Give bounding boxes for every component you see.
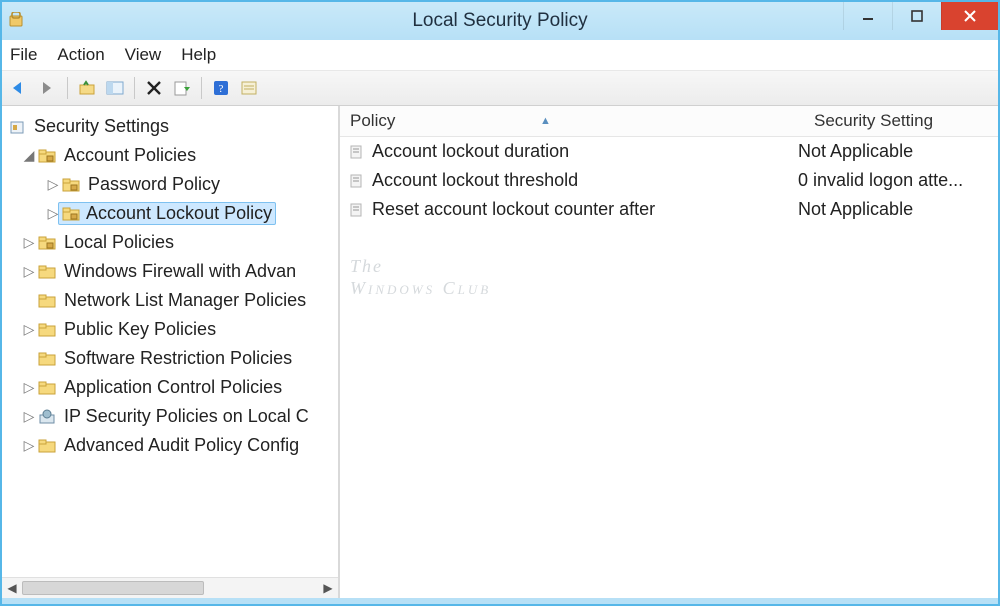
svg-text:?: ? [219, 83, 224, 95]
column-header-policy[interactable]: Policy ▲ [340, 111, 808, 131]
tree-item-account-lockout-policy[interactable]: ▷ Account Lockout Policy [8, 199, 338, 228]
title-bar[interactable]: Local Security Policy [2, 2, 998, 40]
expand-icon[interactable]: ▷ [22, 379, 36, 396]
properties-button[interactable] [237, 76, 261, 100]
list-row[interactable]: Account lockout threshold 0 invalid logo… [340, 166, 998, 195]
tree-item-label: Account Lockout Policy [86, 203, 272, 223]
security-settings-icon [8, 119, 26, 135]
list-pane: Policy ▲ Security Setting Account lockou… [340, 106, 998, 598]
folder-icon [38, 438, 56, 454]
folder-icon [38, 322, 56, 338]
list-row[interactable]: Reset account lockout counter after Not … [340, 195, 998, 224]
policy-item-icon [348, 201, 366, 219]
tree-root-label: Security Settings [32, 116, 171, 137]
menu-action[interactable]: Action [57, 45, 104, 65]
tree-horizontal-scrollbar[interactable]: ◀ ▶ [2, 577, 338, 598]
tree-item-label: Public Key Policies [62, 319, 218, 340]
folder-icon [38, 148, 56, 164]
toolbar: ? [2, 71, 998, 106]
tree-pane: Security Settings ◢ Account Policies ▷ P… [2, 106, 340, 598]
tree-item-advanced-audit[interactable]: ▷ Advanced Audit Policy Config [8, 431, 338, 460]
tree-item-network-list-manager[interactable]: Network List Manager Policies [8, 286, 338, 315]
expand-icon[interactable]: ▷ [22, 437, 36, 454]
folder-icon [38, 235, 56, 251]
policy-value: Not Applicable [798, 199, 998, 220]
tree-item-application-control[interactable]: ▷ Application Control Policies [8, 373, 338, 402]
expand-icon[interactable]: ▷ [22, 263, 36, 280]
content-area: Security Settings ◢ Account Policies ▷ P… [2, 106, 998, 598]
maximize-button[interactable] [892, 2, 941, 30]
column-header-policy-label: Policy [350, 111, 395, 130]
expand-icon[interactable]: ▷ [22, 408, 36, 425]
nav-forward-button[interactable] [36, 76, 60, 100]
column-header-security-setting[interactable]: Security Setting [808, 111, 998, 131]
policy-name: Reset account lockout counter after [372, 199, 798, 220]
collapse-icon[interactable]: ◢ [22, 147, 36, 164]
tree-item-local-policies[interactable]: ▷ Local Policies [8, 228, 338, 257]
window-frame: Local Security Policy File Action View H… [0, 0, 1000, 606]
watermark-line2: Windows Club [350, 277, 491, 299]
folder-icon [38, 380, 56, 396]
tree-item-label: Windows Firewall with Advan [62, 261, 298, 282]
tree-item-account-policies[interactable]: ◢ Account Policies [8, 141, 338, 170]
policy-value: 0 invalid logon atte... [798, 170, 998, 191]
toolbar-separator [67, 77, 68, 99]
tree-item-label: IP Security Policies on Local C [62, 406, 311, 427]
toolbar-separator [201, 77, 202, 99]
tree-item-password-policy[interactable]: ▷ Password Policy [8, 170, 338, 199]
folder-icon [38, 293, 56, 309]
scroll-thumb[interactable] [22, 581, 204, 595]
policy-item-icon [348, 143, 366, 161]
app-icon [8, 12, 26, 30]
tree-item-label: Advanced Audit Policy Config [62, 435, 301, 456]
watermark: The Windows Club [350, 255, 491, 299]
up-folder-button[interactable] [75, 76, 99, 100]
scroll-right-icon[interactable]: ▶ [320, 581, 336, 595]
tree-root[interactable]: Security Settings [8, 112, 338, 141]
list-row[interactable]: Account lockout duration Not Applicable [340, 137, 998, 166]
expand-icon[interactable]: ▷ [22, 234, 36, 251]
help-button[interactable]: ? [209, 76, 233, 100]
tree-item-windows-firewall[interactable]: ▷ Windows Firewall with Advan [8, 257, 338, 286]
folder-icon [62, 177, 80, 193]
list-body: Account lockout duration Not Applicable … [340, 137, 998, 598]
expand-icon[interactable]: ▷ [22, 321, 36, 338]
close-button[interactable] [941, 2, 998, 30]
export-button[interactable] [170, 76, 194, 100]
tree-item-label: Software Restriction Policies [62, 348, 294, 369]
window-bottom-border [2, 598, 998, 604]
sort-ascending-icon: ▲ [540, 115, 551, 127]
menu-file[interactable]: File [10, 45, 37, 65]
menu-view[interactable]: View [125, 45, 162, 65]
nav-back-button[interactable] [8, 76, 32, 100]
menu-bar: File Action View Help [2, 40, 998, 71]
folder-icon [38, 351, 56, 367]
tree-item-ip-security[interactable]: ▷ IP Security Policies on Local C [8, 402, 338, 431]
tree-item-public-key-policies[interactable]: ▷ Public Key Policies [8, 315, 338, 344]
folder-icon [38, 264, 56, 280]
policy-name: Account lockout duration [372, 141, 798, 162]
show-hide-tree-button[interactable] [103, 76, 127, 100]
ipsec-icon [38, 409, 56, 425]
expand-icon[interactable]: ▷ [46, 176, 60, 193]
delete-button[interactable] [142, 76, 166, 100]
tree-view[interactable]: Security Settings ◢ Account Policies ▷ P… [2, 106, 338, 577]
scroll-left-icon[interactable]: ◀ [4, 581, 20, 595]
policy-item-icon [348, 172, 366, 190]
tree-item-label: Password Policy [86, 174, 222, 195]
menu-help[interactable]: Help [181, 45, 216, 65]
minimize-button[interactable] [843, 2, 892, 30]
policy-name: Account lockout threshold [372, 170, 798, 191]
policy-value: Not Applicable [798, 141, 998, 162]
toolbar-separator [134, 77, 135, 99]
tree-item-label: Application Control Policies [62, 377, 284, 398]
tree-item-label: Local Policies [62, 232, 176, 253]
folder-icon [62, 206, 80, 222]
tree-item-software-restriction[interactable]: Software Restriction Policies [8, 344, 338, 373]
list-header[interactable]: Policy ▲ Security Setting [340, 106, 998, 137]
tree-item-label: Network List Manager Policies [62, 290, 308, 311]
column-header-setting-label: Security Setting [814, 111, 933, 130]
watermark-line1: The [350, 255, 491, 277]
tree-item-label: Account Policies [62, 145, 198, 166]
